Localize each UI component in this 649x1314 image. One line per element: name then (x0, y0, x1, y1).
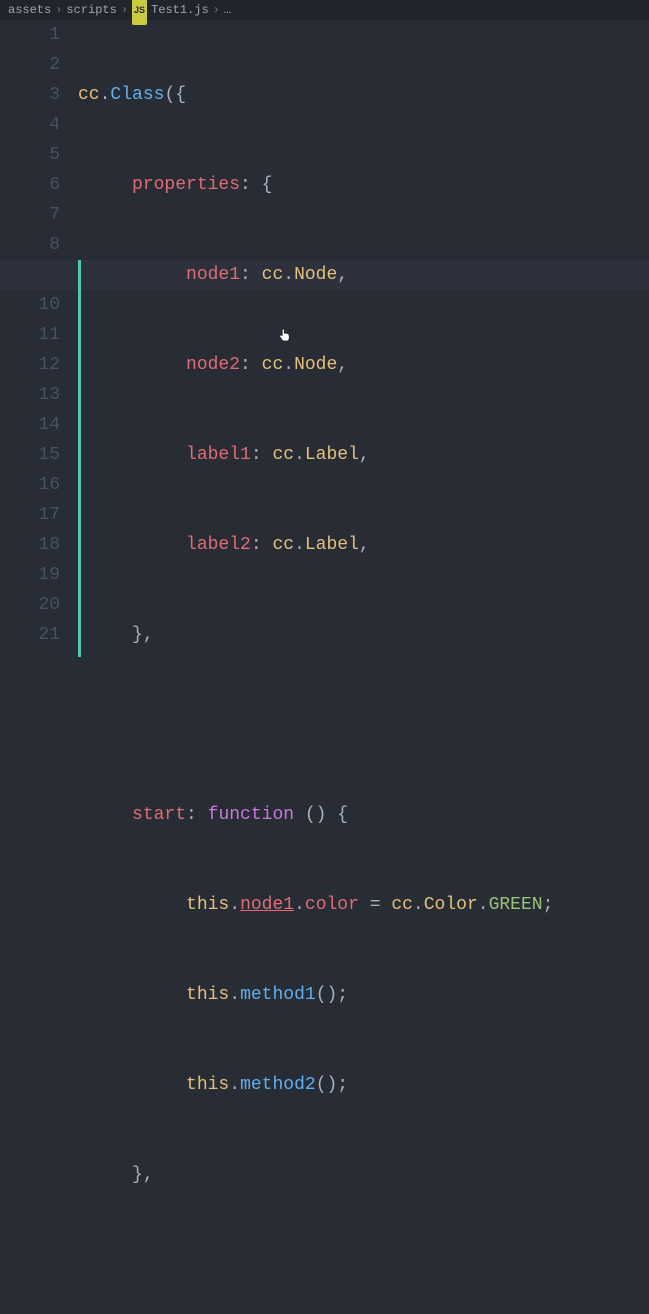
line-number[interactable]: 8 (0, 230, 60, 260)
line-number[interactable]: 20 (0, 590, 60, 620)
code-line: cc.Class({ (78, 80, 649, 110)
line-number[interactable]: 17 (0, 500, 60, 530)
line-number[interactable]: 13 (0, 380, 60, 410)
code-line: }, (78, 620, 649, 650)
line-number[interactable]: 3 (0, 80, 60, 110)
code-line: node1: cc.Node, (78, 260, 649, 290)
line-number[interactable]: 11 (0, 320, 60, 350)
line-number-gutter: 1 2 3 4 5 6 7 8 9 10 11 12 13 14 15 16 1… (0, 20, 78, 657)
line-number[interactable]: 16 (0, 470, 60, 500)
code-line: properties: { (78, 170, 649, 200)
code-line: this.node1.color = cc.Color.GREEN; (78, 890, 649, 920)
hover-symbol-node1[interactable]: node1 (240, 895, 294, 915)
code-line: }, (78, 1160, 649, 1190)
code-line: label1: cc.Label, (78, 440, 649, 470)
line-number[interactable]: 5 (0, 140, 60, 170)
line-number[interactable]: 19 (0, 560, 60, 590)
line-number[interactable]: 7 (0, 200, 60, 230)
line-number[interactable]: 4 (0, 110, 60, 140)
line-number[interactable]: 1 (0, 20, 60, 50)
code-editor[interactable]: 1 2 3 4 5 6 7 8 9 10 11 12 13 14 15 16 1… (0, 20, 649, 657)
line-number[interactable]: 21 (0, 620, 60, 650)
line-number[interactable]: 14 (0, 410, 60, 440)
line-number[interactable]: 2 (0, 50, 60, 80)
code-line: start: function () { (78, 800, 649, 830)
line-number[interactable]: 18 (0, 530, 60, 560)
code-line: this.method2(); (78, 1070, 649, 1100)
code-line (78, 710, 649, 740)
line-number[interactable]: 12 (0, 350, 60, 380)
code-line: label2: cc.Label, (78, 530, 649, 560)
code-line: node2: cc.Node, (78, 350, 649, 380)
line-number[interactable]: 6 (0, 170, 60, 200)
code-content[interactable]: cc.Class({ properties: { node1: cc.Node,… (78, 20, 649, 657)
line-number[interactable]: 15 (0, 440, 60, 470)
code-line: this.method1(); (78, 980, 649, 1010)
breadcrumb[interactable]: assets › scripts › JS Test1.js › … (0, 0, 649, 20)
git-diff-indicator (78, 260, 81, 657)
code-line (78, 1250, 649, 1280)
line-number[interactable]: 10 (0, 290, 60, 320)
